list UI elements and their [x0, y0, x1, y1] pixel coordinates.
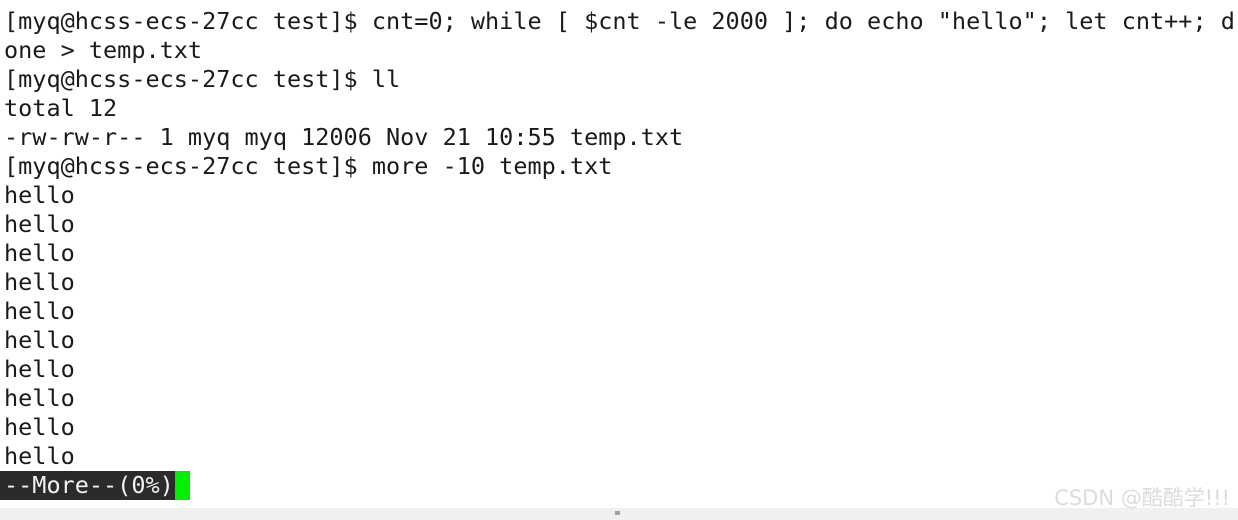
terminal-line: [myq@hcss-ecs-27cc test]$ more -10 temp.…	[4, 152, 613, 180]
terminal-line: total 12	[4, 94, 118, 122]
terminal-line: hello	[4, 210, 75, 238]
terminal-output-area[interactable]: [myq@hcss-ecs-27cc test]$ cnt=0; while […	[0, 0, 1238, 508]
csdn-watermark: CSDN @酷酷学!!!	[1054, 486, 1230, 510]
terminal-line: hello	[4, 355, 75, 383]
terminal-screenshot: [myq@hcss-ecs-27cc test]$ cnt=0; while […	[0, 0, 1238, 520]
terminal-cursor	[174, 471, 190, 500]
terminal-line: hello	[4, 326, 75, 354]
pager-status-line[interactable]: --More--(0%)	[0, 471, 1238, 500]
terminal-line: hello	[4, 442, 75, 470]
terminal-line: [myq@hcss-ecs-27cc test]$ cnt=0; while […	[4, 7, 1235, 35]
terminal-line: hello	[4, 413, 75, 441]
scrollbar-mark	[615, 511, 620, 515]
terminal-line: hello	[4, 239, 75, 267]
terminal-line: [myq@hcss-ecs-27cc test]$ ll	[4, 65, 401, 93]
terminal-line: hello	[4, 268, 75, 296]
terminal-line: hello	[4, 297, 75, 325]
pager-more-prompt: --More--(0%)	[0, 471, 175, 500]
terminal-line: -rw-rw-r-- 1 myq myq 12006 Nov 21 10:55 …	[4, 123, 684, 151]
terminal-line: hello	[4, 384, 75, 412]
terminal-line: hello	[4, 181, 75, 209]
terminal-line: one > temp.txt	[4, 36, 203, 64]
